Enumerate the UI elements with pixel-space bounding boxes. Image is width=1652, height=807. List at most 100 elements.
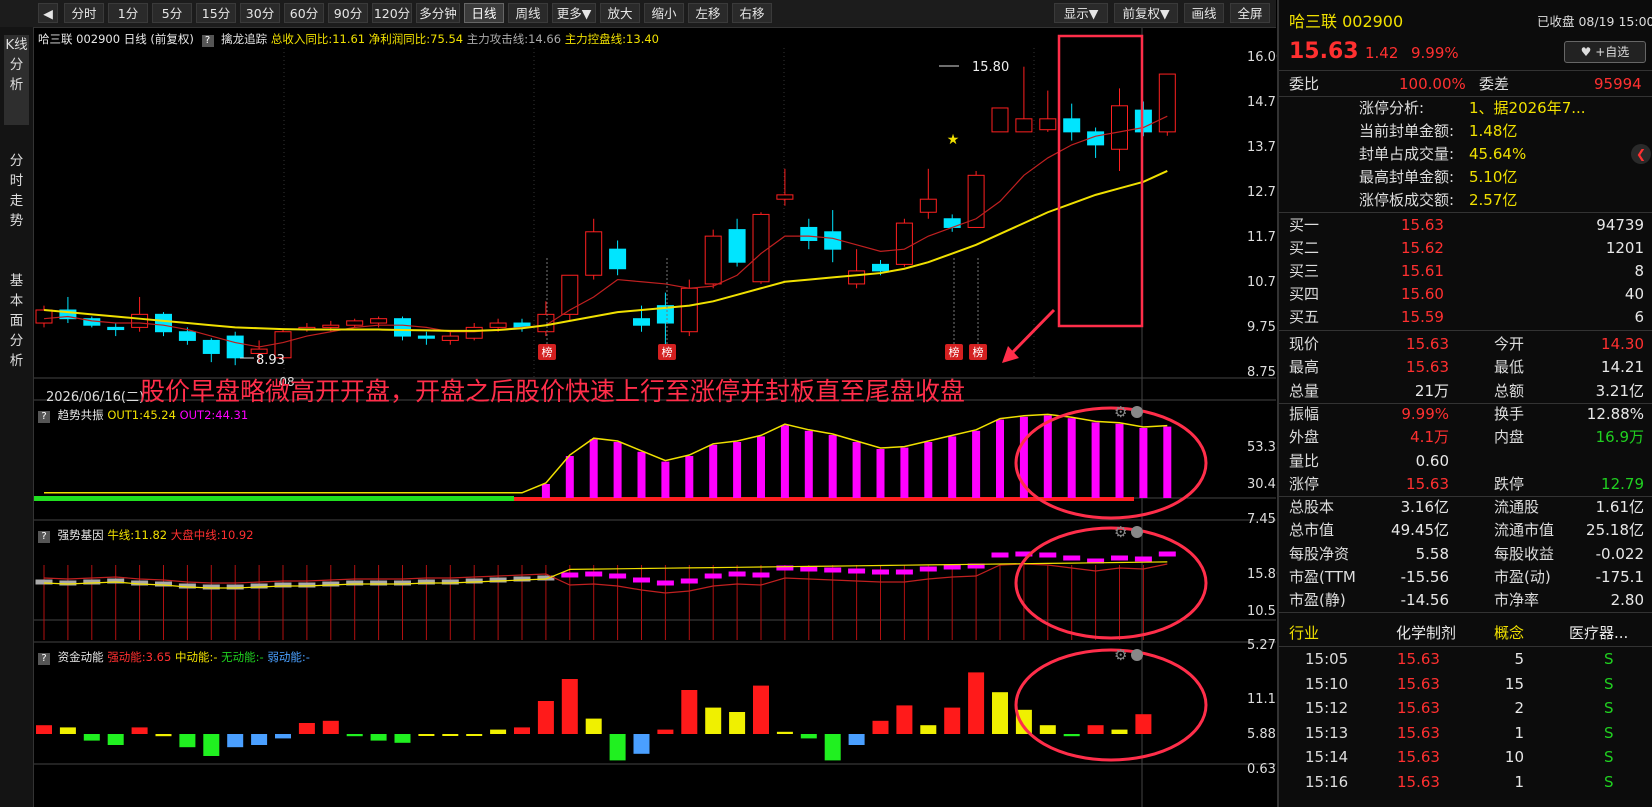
toolbar-btn-2[interactable]: 5分	[152, 3, 192, 23]
candle-body	[465, 326, 483, 339]
panel3-bar	[83, 734, 100, 741]
help-icon[interactable]: ?	[38, 653, 50, 665]
tab-kline-analysis[interactable]: K线分析	[4, 35, 29, 125]
high-price-label: 15.80	[972, 60, 1010, 75]
panel2-bar	[991, 552, 1009, 558]
toolbar-btn-11[interactable]: 更多▼	[552, 3, 596, 23]
toolbar-btn-12[interactable]: 放大	[600, 3, 640, 23]
tab-intraday-trend[interactable]: 分时走势	[4, 151, 29, 241]
stat-value: 3.21亿	[1595, 381, 1644, 400]
panel1-bar	[780, 425, 789, 498]
panel1-bar	[1115, 423, 1124, 498]
stat-label: 流通股	[1494, 498, 1540, 517]
toolbar-btn-6[interactable]: 90分	[328, 3, 368, 23]
candle-body	[1015, 118, 1033, 133]
help-icon[interactable]: ?	[38, 411, 50, 423]
candle-body	[776, 194, 794, 200]
panel2-bar	[895, 569, 913, 575]
help-icon[interactable]: ?	[38, 531, 50, 543]
settings-gear-icon[interactable]: ⚙	[1114, 646, 1127, 664]
buy-volume: 94739	[1596, 216, 1644, 234]
weicha-value: 95994	[1594, 75, 1642, 93]
concept-value[interactable]: 医疗器...	[1569, 622, 1628, 645]
close-icon[interactable]	[1131, 406, 1143, 418]
panel1-bar	[685, 456, 694, 498]
candle-body	[441, 335, 459, 341]
stat-value: 25.18亿	[1586, 521, 1644, 540]
industry-label: 行业	[1289, 624, 1320, 642]
tick-time: 15:16	[1305, 772, 1349, 791]
toolbar-btn-15[interactable]: 右移	[732, 3, 772, 23]
panel2-name[interactable]: 强势基因	[58, 528, 104, 542]
toolbar-btn-8[interactable]: 多分钟	[416, 3, 460, 23]
stat-value: -15.56	[1400, 568, 1449, 586]
add-watchlist-button[interactable]: ♥ +自选	[1564, 41, 1646, 63]
panel3-bar	[1135, 714, 1152, 734]
close-icon[interactable]	[1131, 526, 1143, 538]
buy-price: 15.59	[1401, 308, 1444, 326]
panel1-bar	[589, 439, 598, 498]
star-icon: ★	[947, 132, 960, 148]
stat-value: 49.45亿	[1391, 521, 1449, 540]
panel3-bar	[705, 707, 722, 734]
price-axis-label: 8.75	[1247, 365, 1276, 380]
candle-body	[824, 231, 842, 250]
market-status: 已收盘 08/19 15:00	[1537, 14, 1652, 29]
toolbar-btn-1[interactable]: 1分	[108, 3, 148, 23]
buy-price: 15.60	[1401, 285, 1444, 303]
stat-value: 0.60	[1415, 451, 1449, 470]
settings-gear-icon[interactable]: ⚙	[1114, 523, 1127, 541]
tick-time: 15:10	[1305, 674, 1349, 693]
panel3-bar	[609, 734, 626, 761]
toolbar-btn-14[interactable]: 左移	[688, 3, 728, 23]
candle-body	[35, 309, 53, 324]
collapse-left-icon[interactable]: ◀	[38, 3, 58, 23]
stat-value: 12.88%	[1586, 404, 1644, 423]
panel2-bar	[1158, 551, 1176, 557]
panel2-bar	[943, 564, 961, 570]
toolbar-btn-13[interactable]: 缩小	[644, 3, 684, 23]
panel1-name[interactable]: 趋势共振	[58, 408, 104, 422]
panel3-bar	[155, 734, 172, 737]
stat-value: 15.63	[1406, 358, 1449, 377]
tick-side: S	[1604, 723, 1614, 742]
candle-body	[537, 313, 555, 333]
panel3-bar	[537, 701, 554, 734]
stat-label	[1494, 450, 1584, 473]
toolbar-btn-0[interactable]: 分时	[64, 3, 104, 23]
toolbar-btn-4[interactable]: 30分	[240, 3, 280, 23]
weibi-value: 100.00%	[1399, 75, 1466, 93]
candle-body	[967, 174, 985, 228]
panel2-bar	[848, 568, 866, 574]
close-icon[interactable]	[1131, 649, 1143, 661]
panel3-name[interactable]: 资金动能	[58, 650, 104, 664]
toolbar-right-btn-3[interactable]: 全屏	[1230, 3, 1270, 23]
chart-area[interactable]: 哈三联 002900 日线 (前复权) ? 擒龙追踪 总收入同比:11.61 净…	[34, 28, 1284, 807]
toolbar-btn-7[interactable]: 120分	[372, 3, 412, 23]
tick-price: 15.63	[1397, 650, 1440, 668]
panel3-bar	[370, 734, 387, 741]
panel2-bar	[680, 578, 698, 584]
toolbar-right-btn-0[interactable]: 显示▼	[1054, 3, 1108, 23]
toolbar-btn-10[interactable]: 周线	[508, 3, 548, 23]
panel3-bar	[394, 734, 411, 743]
stat-value: 2.80	[1610, 591, 1644, 610]
toolbar-btn-9[interactable]: 日线	[464, 3, 504, 23]
stat-value: -14.56	[1400, 591, 1449, 610]
tab-fundamental-analysis[interactable]: 基本面分析	[4, 271, 29, 381]
panel2-bar	[872, 569, 889, 575]
price-axis-label: 9.75	[1247, 320, 1276, 335]
panel3-bar	[992, 692, 1008, 734]
settings-gear-icon[interactable]: ⚙	[1114, 403, 1127, 421]
collapse-panel-icon[interactable]: ❮	[1631, 144, 1651, 164]
toolbar-right-btn-1[interactable]: 前复权▼	[1114, 3, 1178, 23]
panel1-out2: OUT2:44.31	[179, 408, 249, 422]
toolbar-btn-5[interactable]: 60分	[284, 3, 324, 23]
toolbar-right-btn-2[interactable]: 画线	[1184, 3, 1224, 23]
stat-label: 总股本	[1289, 498, 1335, 517]
industry-value[interactable]: 化学制剂	[1396, 622, 1456, 645]
stat-label: 跌停	[1494, 474, 1525, 493]
panel3-bar	[920, 725, 937, 734]
candle-body	[107, 326, 125, 331]
toolbar-btn-3[interactable]: 15分	[196, 3, 236, 23]
